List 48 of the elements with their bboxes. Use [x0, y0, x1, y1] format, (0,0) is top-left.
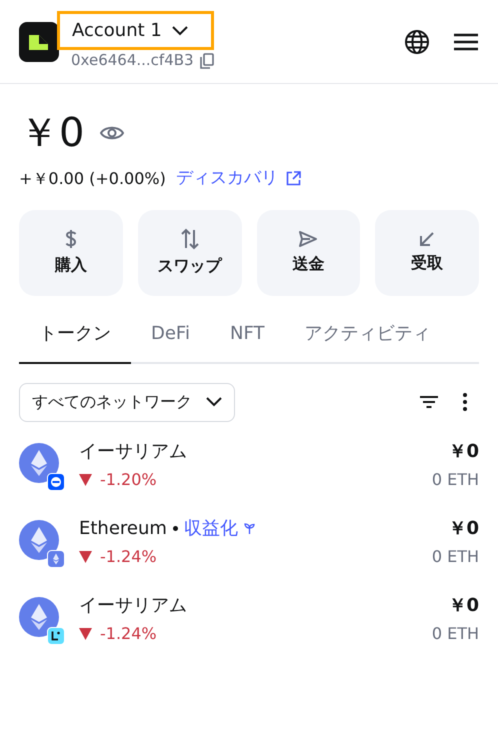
token-row[interactable]: イーサリアム -1.20% ￥0 0 ETH: [19, 438, 479, 492]
copy-icon[interactable]: [200, 52, 214, 68]
account-address: 0xe6464...cf4B3: [71, 50, 194, 72]
discover-link[interactable]: ディスカバリ: [176, 166, 301, 192]
filter-icon[interactable]: [419, 395, 439, 409]
token-name: イーサリアム: [79, 440, 187, 464]
earn-link[interactable]: 収益化: [184, 516, 255, 542]
swap-arrows-icon: [180, 228, 200, 250]
tab[interactable]: DeFi: [131, 310, 210, 364]
fiat-value: ￥0: [448, 516, 479, 540]
eye-icon[interactable]: [100, 125, 124, 141]
fiat-value: ￥0: [448, 594, 479, 618]
action-button[interactable]: 購入: [19, 210, 123, 296]
price-change: -1.20%: [100, 468, 157, 490]
fiat-value: ￥0: [448, 440, 479, 464]
token-name: Ethereum: [79, 516, 167, 540]
action-button[interactable]: スワップ: [138, 210, 242, 296]
chevron-down-icon: [206, 397, 222, 407]
token-amount: 0 ETH: [432, 546, 479, 568]
token-row[interactable]: イーサリアム -1.24% ￥0 0 ETH: [19, 592, 479, 646]
chevron-down-icon: [172, 26, 188, 36]
price-change: -1.24%: [100, 622, 157, 644]
app-logo-icon: [19, 22, 59, 62]
token-amount: 0 ETH: [432, 622, 479, 644]
token-name: イーサリアム: [79, 594, 187, 618]
more-options-icon[interactable]: [463, 393, 467, 411]
action-button[interactable]: 受取: [375, 210, 479, 296]
sprout-icon: [244, 522, 255, 534]
token-row[interactable]: Ethereum 収益化 -1.24% ￥0 0 ETH: [19, 516, 479, 568]
action-button[interactable]: 送金: [256, 210, 360, 296]
balance-change: +￥0.00 (+0.00%): [19, 168, 166, 190]
globe-icon[interactable]: [404, 28, 430, 54]
tab[interactable]: NFT: [210, 310, 284, 364]
network-filter-dropdown[interactable]: すべてのネットワーク: [19, 382, 235, 422]
menu-icon[interactable]: [454, 32, 478, 50]
account-selector[interactable]: Account 1: [57, 11, 214, 50]
ethereum-token-icon: [19, 596, 59, 636]
send-arrow-icon: [298, 230, 318, 248]
receive-arrow-icon: [419, 230, 436, 246]
external-link-icon: [286, 171, 301, 186]
price-change: -1.24%: [100, 546, 157, 568]
tab[interactable]: トークン: [19, 310, 131, 364]
total-balance: ￥0: [19, 109, 84, 158]
ethereum-token-icon: [19, 520, 59, 560]
ethereum-token-icon: [19, 442, 59, 482]
token-amount: 0 ETH: [432, 468, 479, 490]
tab[interactable]: アクティビティ: [284, 310, 450, 364]
dollar-icon: [64, 228, 77, 248]
